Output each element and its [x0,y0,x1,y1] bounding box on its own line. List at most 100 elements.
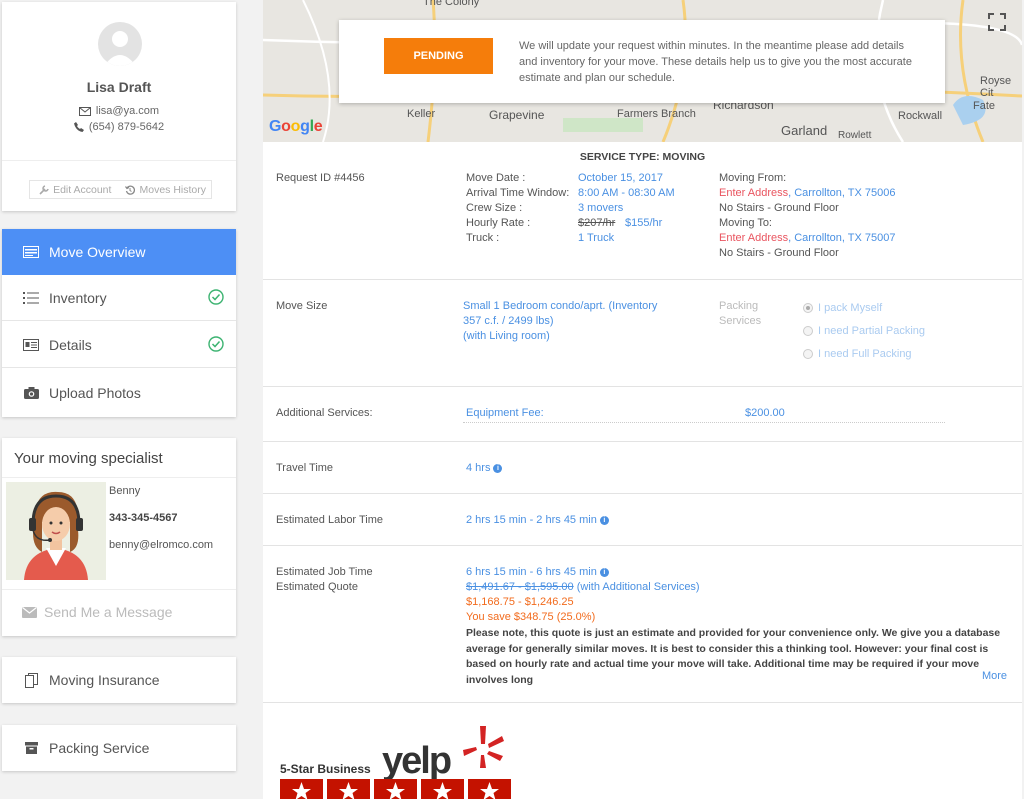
to-address-link[interactable]: Enter Address [719,232,788,244]
truck-value[interactable]: 1 Truck [578,232,614,244]
move-size-line[interactable]: (with Living room) [463,330,550,342]
packing-services-label: Services [719,315,762,327]
map-label: Rockwall [898,110,943,122]
map-label: Royse Cit [980,75,1012,99]
moving-to-address: Enter Address, Carrollton, TX 75007 [719,232,896,244]
map-label: Fate [973,100,996,112]
packing-service-button[interactable]: Packing Service [2,725,236,771]
info-icon[interactable]: i [493,464,503,473]
nav-label: Upload Photos [49,385,141,401]
move-size-line[interactable]: 357 c.f. / 2499 lbs) [463,315,554,327]
moves-history-button[interactable]: Moves History [121,181,212,198]
labor-time-label: Estimated Labor Time [276,514,383,526]
old-quote: $1,491.67 - $1,595.00 (with Additional S… [466,581,700,593]
quote-label: Estimated Quote [276,581,358,593]
old-quote-suffix: (with Additional Services) [573,581,700,593]
labor-time-text: 2 hrs 15 min - 2 hrs 45 min [466,514,597,526]
travel-time-value: 4 hrs i [466,462,503,474]
map-label: Farmers Branch [617,108,696,120]
specialist-phone: 343-345-4567 [109,512,178,524]
nav-label: Details [49,336,92,353]
edit-account-button[interactable]: Edit Account [30,181,121,198]
profile-card: Lisa Draft lisa@ya.com (654) 879-5642 Ed… [2,2,236,211]
to-floor: No Stairs - Ground Floor [719,247,839,259]
service-type: SERVICE TYPE: MOVING [579,151,706,163]
profile-name: Lisa Draft [86,79,152,95]
additional-services-section: Additional Services: Equipment Fee: $200… [263,387,1022,442]
equipment-fee-label: Equipment Fee: [466,407,544,419]
google-logo: Google [269,118,323,135]
info-icon[interactable]: i [599,568,609,577]
crew-label: Crew Size : [466,202,523,214]
specialist-name: Benny [109,485,141,497]
nav-item-upload-photos[interactable]: Upload Photos [2,370,236,416]
more-link[interactable]: More [982,670,1007,682]
job-time-value: 6 hrs 15 min - 6 hrs 45 min i [466,566,609,578]
specialist-card: Your moving specialist Benny 343-345-456… [2,438,236,636]
additional-services-label: Additional Services: [276,407,373,419]
packing-option-full[interactable]: I need Full Packing [803,348,912,360]
packing-option-label: I need Partial Packing [818,325,926,337]
radio-selected[interactable] [803,303,813,313]
phone-icon [73,122,84,132]
crew-value[interactable]: 3 movers [578,202,623,214]
history-icon [125,185,136,195]
move-size-label: Move Size [276,300,328,312]
labor-time-section: Estimated Labor Time 2 hrs 15 min - 2 hr… [263,494,1022,546]
nav-item-details[interactable]: Details [2,322,236,368]
specialist-title: Your moving specialist [14,450,163,467]
yelp-badge[interactable]: 5-Star Business yelp [280,726,520,799]
box-icon [22,740,40,756]
pending-status-button[interactable]: PENDING [384,38,493,74]
check-circle-icon [208,336,224,352]
from-city[interactable]: , Carrollton, TX 75006 [788,187,895,199]
check-circle-icon [208,289,224,305]
account-buttons: Edit Account Moves History [29,180,212,199]
arrival-value[interactable]: 8:00 AM - 08:30 AM [578,187,675,199]
profile-email[interactable]: lisa@ya.com [96,105,159,117]
to-city[interactable]: , Carrollton, TX 75007 [788,232,895,244]
radio[interactable] [803,326,813,336]
packing-services-label: Packing [719,300,759,312]
nav-item-move-overview[interactable]: Move Overview [2,229,236,275]
details-icon [22,337,40,353]
moving-insurance-button[interactable]: Moving Insurance [2,657,236,703]
specialist-email[interactable]: benny@elromco.com [109,539,213,551]
job-time-text: 6 hrs 15 min - 6 hrs 45 min [466,566,597,578]
move-size-line[interactable]: Small 1 Bedroom condo/aprt. (Inventory [463,300,657,312]
move-overview-panel: SERVICE TYPE: MOVING Request ID #4456 Mo… [263,142,1022,799]
envelope-icon [22,606,37,618]
move-date-value[interactable]: October 15, 2017 [578,172,663,184]
info-icon[interactable]: i [599,516,609,525]
labor-time-value: 2 hrs 15 min - 2 hrs 45 min i [466,514,609,526]
pending-text: We will update your request within minut… [519,40,912,84]
map-label: The Colony [423,0,480,8]
packing-option-label: I pack Myself [818,302,883,314]
document-icon [22,672,40,688]
equipment-fee-price: $200.00 [745,407,785,419]
nav-item-inventory[interactable]: Inventory [2,275,236,321]
side-nav: Move Overview Inventory Details Upload P… [2,229,236,417]
nav-label: Move Overview [49,244,146,260]
yelp-burst-icon [463,726,504,768]
radio[interactable] [803,349,813,359]
moving-from-label: Moving From: [719,172,787,184]
send-message-label: Send Me a Message [44,604,173,620]
map-label: Grapevine [489,108,545,122]
list-icon [22,244,40,260]
map-label: Garland [781,123,828,138]
packing-service-label: Packing Service [49,740,150,756]
from-address-link[interactable]: Enter Address [719,187,788,199]
moving-from-address: Enter Address, Carrollton, TX 75006 [719,187,896,199]
packing-option-self[interactable]: I pack Myself [803,302,882,314]
divider [2,160,236,161]
divider [2,477,236,478]
yelp-stars [280,779,511,799]
send-message-button[interactable]: Send Me a Message [22,604,172,620]
fullscreen-icon[interactable] [987,12,1007,32]
moving-to-label: Moving To: [719,217,772,229]
packing-option-partial[interactable]: I need Partial Packing [803,325,925,337]
from-floor: No Stairs - Ground Floor [719,202,839,214]
map-label: Rowlett [838,130,872,141]
map-label: Keller [407,108,436,120]
